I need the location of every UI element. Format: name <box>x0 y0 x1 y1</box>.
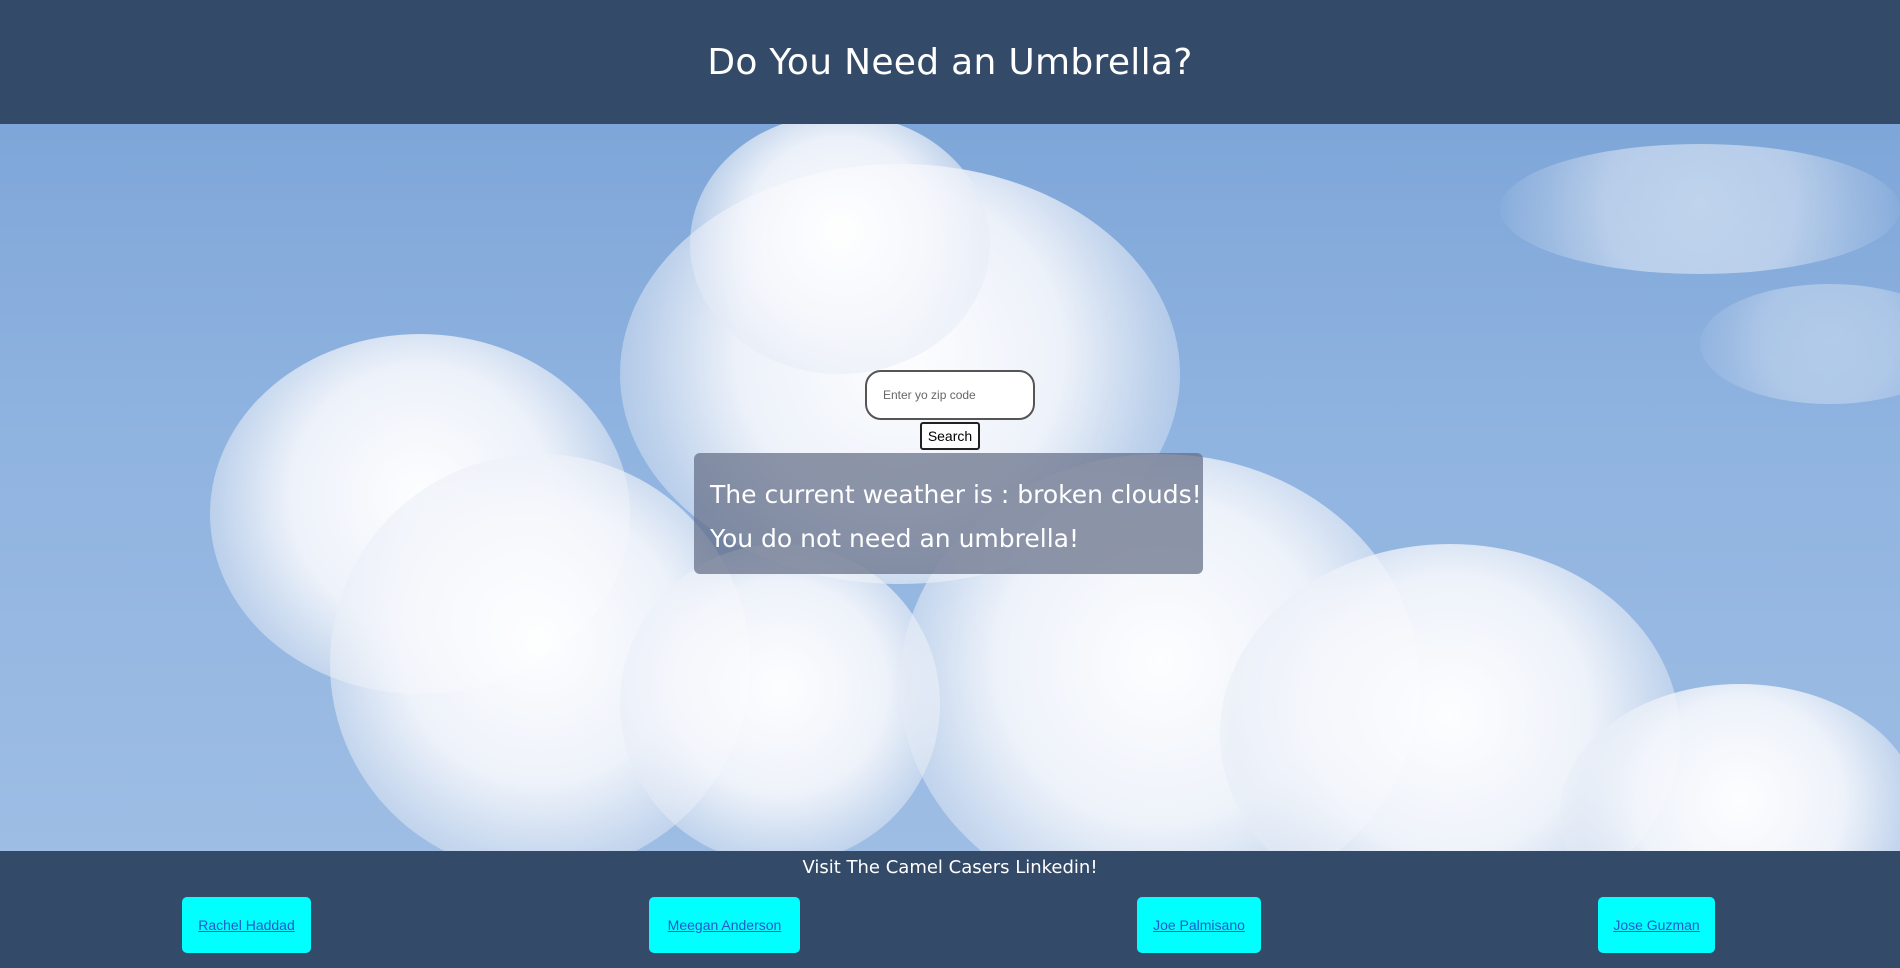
search-form: Search <box>0 370 1900 450</box>
zip-code-input[interactable] <box>865 370 1035 420</box>
umbrella-recommendation: You do not need an umbrella! <box>710 524 1079 553</box>
site-footer: Visit The Camel Casers Linkedin! Rachel … <box>0 851 1900 968</box>
cloud-shape <box>1500 144 1900 274</box>
linkedin-link-jose-guzman[interactable]: Jose Guzman <box>1613 917 1699 933</box>
linkedin-link-box: Meegan Anderson <box>649 897 800 953</box>
linkedin-link-box: Rachel Haddad <box>182 897 311 953</box>
weather-result-panel: The current weather is : broken clouds! … <box>694 453 1203 574</box>
linkedin-link-rachel-haddad[interactable]: Rachel Haddad <box>198 917 295 933</box>
linkedin-link-box: Joe Palmisano <box>1137 897 1261 953</box>
weather-description: The current weather is : broken clouds! <box>710 480 1202 509</box>
cloud-shape <box>690 124 990 374</box>
search-button[interactable]: Search <box>919 422 981 450</box>
linkedin-link-meegan-anderson[interactable]: Meegan Anderson <box>668 917 782 933</box>
footer-title: Visit The Camel Casers Linkedin! <box>802 857 1098 878</box>
site-header: Do You Need an Umbrella? <box>0 0 1900 124</box>
cloud-shape <box>620 544 940 851</box>
linkedin-link-joe-palmisano[interactable]: Joe Palmisano <box>1153 917 1245 933</box>
linkedin-link-box: Jose Guzman <box>1598 897 1715 953</box>
page-title: Do You Need an Umbrella? <box>707 41 1193 83</box>
